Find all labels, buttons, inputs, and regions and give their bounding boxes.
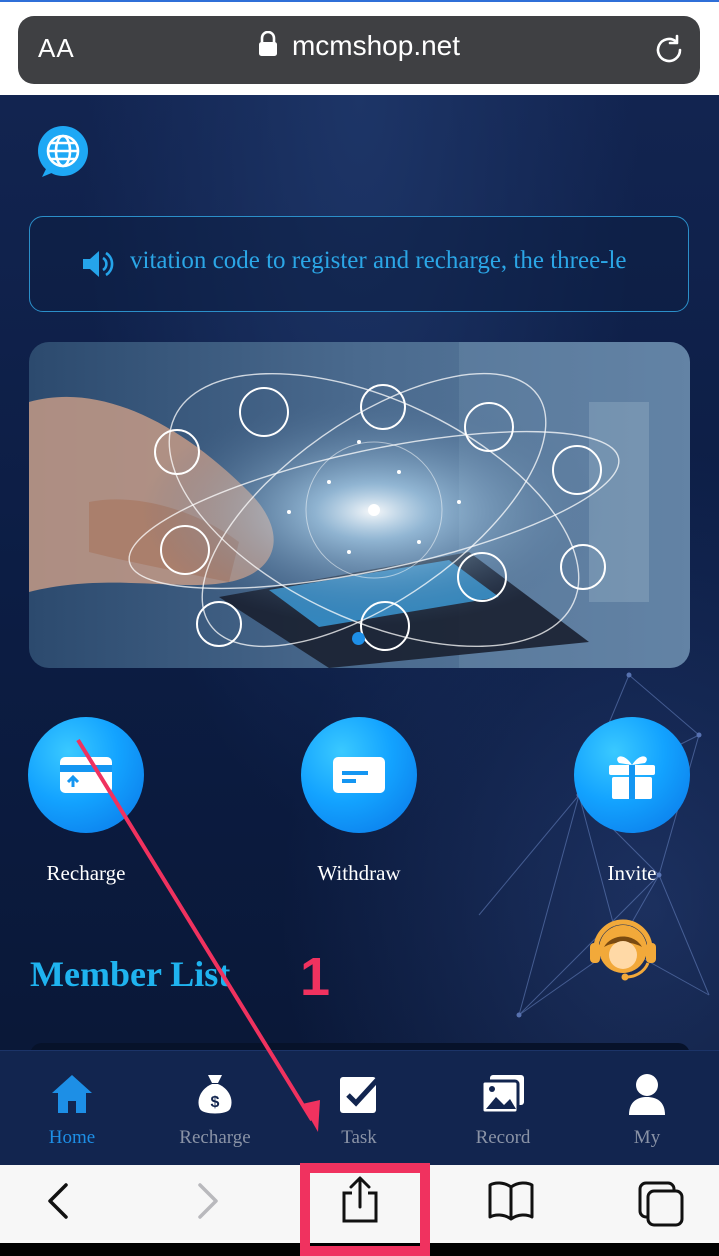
invite-circle	[574, 717, 690, 833]
card-icon	[333, 757, 385, 793]
forward-icon[interactable]	[190, 1179, 224, 1228]
gift-icon	[609, 756, 655, 799]
user-icon	[587, 1071, 707, 1121]
tab-home[interactable]: Home	[12, 1071, 132, 1149]
invite-label: Invite	[607, 861, 657, 885]
quick-actions: Recharge Withdraw Invite	[0, 717, 719, 897]
customer-service-button[interactable]	[582, 907, 664, 989]
home-icon	[12, 1071, 132, 1121]
tutorial-step-number: 1	[300, 947, 331, 1007]
member-list-title: Member List	[30, 954, 231, 994]
language-button[interactable]	[34, 125, 92, 179]
checkbox-icon	[299, 1071, 419, 1121]
money-bag-icon: $	[155, 1071, 275, 1121]
reload-icon[interactable]	[652, 33, 686, 72]
recharge-label: Recharge	[46, 861, 126, 885]
promo-banner[interactable]	[29, 342, 690, 668]
url-display: mcmshop.net	[18, 30, 700, 62]
address-bar[interactable]: AA mcmshop.net	[18, 16, 700, 84]
withdraw-action-button[interactable]: Withdraw	[279, 717, 439, 886]
tab-my-label: My	[633, 1127, 661, 1148]
globe-icon	[38, 126, 88, 177]
tab-task-label: Task	[341, 1127, 377, 1148]
tab-my[interactable]: My	[587, 1071, 707, 1149]
invite-action-button[interactable]: Invite	[552, 717, 712, 886]
withdraw-label: Withdraw	[317, 861, 401, 885]
network-technology-image	[29, 342, 690, 668]
tabs-icon[interactable]	[636, 1179, 686, 1232]
tab-record-label: Record	[475, 1127, 531, 1148]
app-tab-bar: Home $ Recharge Task Record My	[0, 1050, 719, 1166]
svg-text:$: $	[211, 1094, 220, 1111]
withdraw-circle	[301, 717, 417, 833]
carousel-indicator-dot[interactable]	[352, 632, 365, 645]
tab-record[interactable]: Record	[443, 1071, 563, 1149]
photos-icon	[443, 1071, 563, 1121]
tab-home-label: Home	[48, 1127, 96, 1148]
page-content: vitation code to register and recharge, …	[0, 95, 719, 1050]
url-text: mcmshop.net	[291, 30, 461, 61]
tab-task[interactable]: Task	[299, 1071, 419, 1149]
speaker-icon	[80, 247, 114, 286]
tab-recharge[interactable]: $ Recharge	[155, 1071, 275, 1149]
recharge-card-icon	[60, 757, 112, 793]
bookmarks-icon[interactable]	[486, 1179, 536, 1228]
tab-recharge-label: Recharge	[179, 1127, 251, 1148]
share-button-highlight	[300, 1163, 430, 1256]
announcement-text: vitation code to register and recharge, …	[130, 247, 627, 274]
browser-top-bar: AA mcmshop.net	[0, 0, 719, 95]
lock-icon	[258, 30, 278, 62]
announcement-bar: vitation code to register and recharge, …	[29, 216, 689, 312]
member-list-card	[30, 1043, 690, 1050]
back-icon[interactable]	[42, 1179, 76, 1228]
recharge-circle	[28, 717, 144, 833]
headset-support-icon	[590, 919, 656, 981]
recharge-action-button[interactable]: Recharge	[6, 717, 166, 886]
